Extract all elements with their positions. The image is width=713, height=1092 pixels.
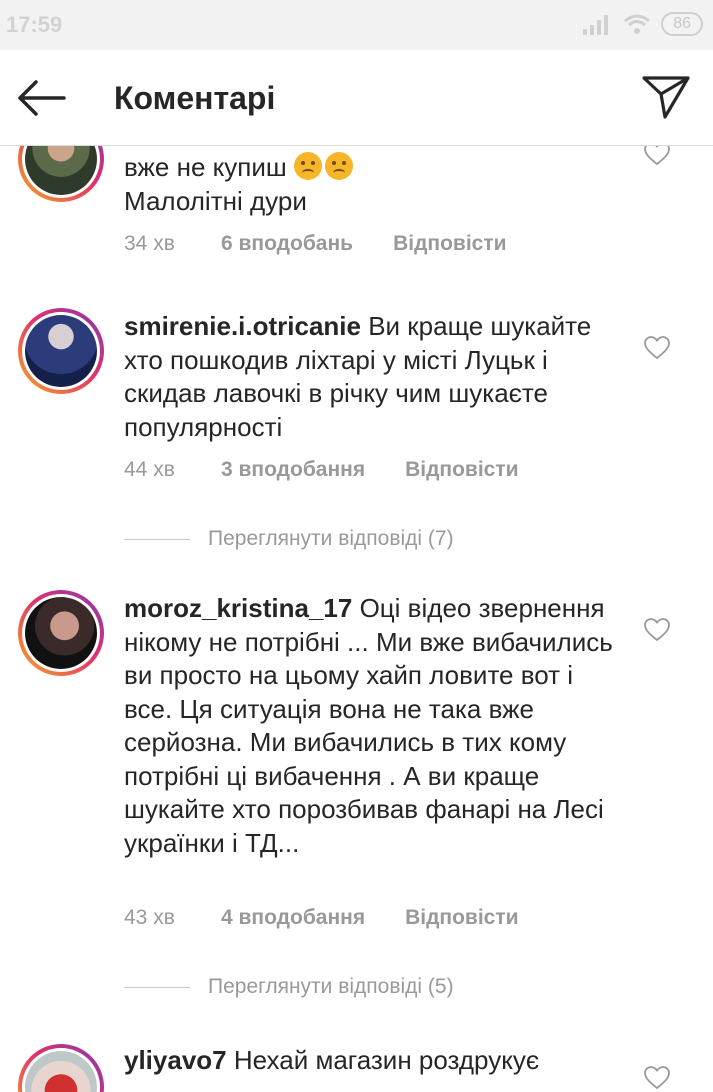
paper-plane-icon[interactable] <box>641 74 691 120</box>
avatar[interactable] <box>18 308 104 394</box>
view-replies-label: Переглянути відповіді (5) <box>208 975 454 998</box>
status-bar: 17:59 86 <box>0 0 713 50</box>
reply-button[interactable]: Відповісти <box>405 906 518 930</box>
comment-text: smirenie.i.otricanie Ви краще шукайте хт… <box>124 311 592 442</box>
view-replies-button[interactable]: Переглянути відповіді (5) <box>124 975 454 999</box>
divider-line <box>124 986 190 988</box>
signal-icon <box>583 15 609 35</box>
comment-meta: 43 хв 4 вподобання Відповісти <box>124 906 519 930</box>
heart-outline-icon[interactable] <box>644 146 670 166</box>
wifi-icon <box>624 14 651 34</box>
likes-count[interactable]: 3 вподобання <box>221 458 365 482</box>
heart-outline-icon[interactable] <box>644 618 670 642</box>
comment-text: moroz_kristina_17 Оці відео звернення ні… <box>124 593 613 858</box>
status-time: 17:59 <box>6 12 63 37</box>
comments-feed[interactable]: вже не купиш Малолітні дури 34 хв 6 впод… <box>0 146 713 1092</box>
comment-username[interactable]: yliyavo7 <box>124 1045 227 1075</box>
frowning-face-icon <box>294 152 323 180</box>
avatar[interactable] <box>18 590 104 676</box>
frowning-face-icon <box>325 152 354 180</box>
likes-count[interactable]: 6 вподобань <box>221 232 353 256</box>
battery-indicator: 86 <box>661 12 703 36</box>
view-replies-button[interactable]: Переглянути відповіді (7) <box>124 527 454 551</box>
comment-time: 34 хв <box>124 232 175 255</box>
comment-text: вже не купиш Малолітні дури <box>124 151 624 218</box>
comment-meta: 34 хв 6 вподобань Відповісти <box>124 232 507 256</box>
comment-meta: 44 хв 3 вподобання Відповісти <box>124 458 519 482</box>
heart-outline-icon[interactable] <box>644 1066 670 1090</box>
comment-username[interactable]: moroz_kristina_17 <box>124 593 352 623</box>
avatar[interactable] <box>18 146 104 202</box>
comment-username[interactable]: smirenie.i.otricanie <box>124 311 361 341</box>
comment-time: 44 хв <box>124 458 175 481</box>
divider-line <box>124 538 190 540</box>
comment-time: 43 хв <box>124 906 175 929</box>
heart-outline-icon[interactable] <box>644 336 670 360</box>
view-replies-label: Переглянути відповіді (7) <box>208 527 454 550</box>
reply-button[interactable]: Відповісти <box>393 232 506 256</box>
likes-count[interactable]: 4 вподобання <box>221 906 365 930</box>
status-icons: 86 <box>583 12 703 36</box>
app-header: Коментарі <box>0 50 713 146</box>
reply-button[interactable]: Відповісти <box>405 458 518 482</box>
page-title: Коментарі <box>114 80 276 116</box>
avatar[interactable] <box>18 1044 104 1092</box>
comment-text: yliyavo7 Нехай магазин роздрукує <box>124 1045 540 1075</box>
back-arrow-icon[interactable] <box>14 76 68 120</box>
